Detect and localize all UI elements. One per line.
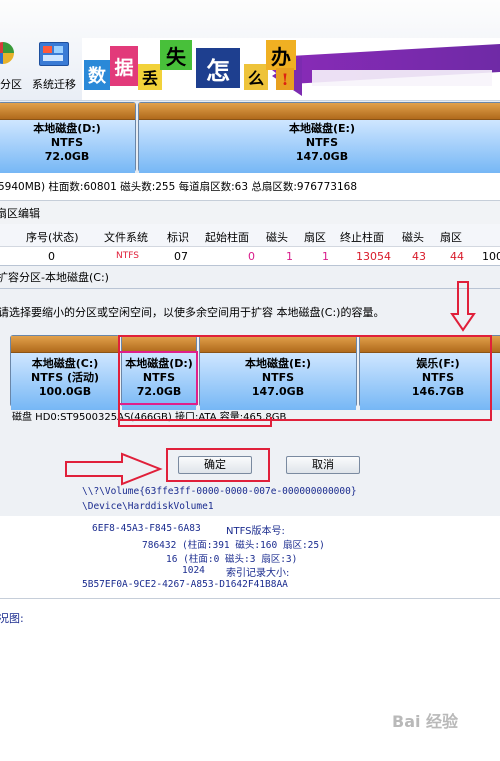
cell-end-sector: 44 (450, 250, 464, 263)
toolbar: 分区 系统迁移 数 据 丢 失 怎 么 办 ! (0, 0, 500, 101)
baidu-watermark: Bai 经验 (392, 708, 458, 732)
dlg-partition-c-fs: NTFS (活动) (30, 371, 100, 384)
mft-mirror-position: 16 (柱面:0 磁头:3 扇区:3) (166, 554, 298, 565)
table-row[interactable]: 0 NTFS 07 0 1 1 13054 43 44 100 (0, 247, 500, 265)
volume-guid-2: 5B57EF0A-9CE2-4267-A853-D1642F41B8AA (82, 579, 288, 590)
banner-char-3: 丢 (138, 64, 162, 90)
arrow-down-icon (450, 281, 476, 332)
top-partition-d-size: 72.0GB (44, 150, 90, 163)
dlg-partition-c-size: 100.0GB (38, 385, 92, 398)
toolbar-partition-button[interactable]: 分区 (0, 76, 22, 92)
dlg-partition-c-name: 本地磁盘(C:) (31, 357, 99, 370)
partition-icon[interactable] (0, 42, 14, 64)
cell-end-cyl: 13054 (356, 250, 391, 263)
col-end-sector[interactable]: 扇区 (440, 229, 462, 245)
top-partition-d[interactable]: 本地磁盘(D:) NTFS 72.0GB (0, 102, 136, 173)
disk-info-line: 5940MB) 柱面数:60801 磁头数:255 每道扇区数:63 总扇区数:… (0, 181, 358, 193)
col-filesystem[interactable]: 文件系统 (104, 229, 148, 245)
dialog-instruction: 请选择要缩小的分区或空闲空间，以使多余空间用于扩容 本地磁盘(C:)的容量。 (0, 306, 385, 319)
dlg-partition-c[interactable]: 本地磁盘(C:) NTFS (活动) 100.0GB (10, 335, 120, 410)
index-size-label: 索引记录大小: (226, 568, 290, 579)
system-migrate-icon[interactable] (39, 42, 69, 66)
cell-id: 07 (174, 250, 188, 263)
cell-index: 0 (48, 250, 55, 263)
col-head[interactable]: 磁头 (266, 229, 288, 245)
banner-watermark (312, 70, 492, 86)
top-partition-e-name: 本地磁盘(E:) (289, 122, 355, 135)
watermark-text: Bai 经验 (392, 712, 459, 731)
col-start-cyl[interactable]: 起始柱面 (205, 229, 249, 245)
banner-char-6: 么 (244, 64, 268, 90)
top-partition-d-name: 本地磁盘(D:) (33, 122, 101, 135)
table-header: 序号(状态) 文件系统 标识 起始柱面 磁头 扇区 终止柱面 磁头 扇区 (0, 224, 500, 247)
info-divider (0, 598, 500, 599)
cell-head: 1 (286, 250, 293, 263)
dialog-title: 扩容分区-本地磁盘(C:) (0, 271, 109, 284)
col-end-head[interactable]: 磁头 (402, 229, 424, 245)
index-size: 1024 (182, 565, 205, 576)
col-index[interactable]: 序号(状态) (26, 229, 79, 245)
highlight-partitions-box (118, 335, 492, 421)
mft-position: 786432 (柱面:391 磁头:160 扇区:25) (142, 540, 325, 551)
banner-char-1: 数 (84, 60, 110, 90)
col-end-cyl[interactable]: 终止柱面 (340, 229, 384, 245)
col-sector[interactable]: 扇区 (304, 229, 326, 245)
highlight-dialog-partitions (118, 417, 272, 427)
volume-guid: \\?\Volume{63ffe3ff-0000-0000-007e-00000… (82, 486, 357, 497)
ntfs-version-label: NTFS版本号: (226, 526, 285, 537)
banner-char-4: 失 (160, 40, 192, 70)
cell-end-head: 43 (412, 250, 426, 263)
highlight-ok-button (166, 448, 270, 482)
toolbar-system-migrate-button[interactable]: 系统迁移 (32, 76, 76, 92)
cell-sector: 1 (322, 250, 329, 263)
tab-strip (0, 200, 500, 226)
top-partition-e[interactable]: 本地磁盘(E:) NTFS 147.0GB (138, 102, 500, 173)
cancel-button[interactable]: 取消 (286, 456, 360, 474)
cell-fs: NTFS (116, 251, 139, 261)
col-id[interactable]: 标识 (167, 229, 189, 245)
cell-extra: 100 (482, 250, 500, 263)
arrow-right-icon (65, 452, 163, 486)
tab-sector-edit[interactable]: 扇区编辑 (0, 205, 40, 221)
banner-char-2: 据 (110, 46, 138, 86)
cell-start-cyl: 0 (248, 250, 255, 263)
top-partition-e-size: 147.0GB (295, 150, 349, 163)
top-partition-d-fs: NTFS (50, 136, 84, 149)
banner-char-8: ! (276, 68, 294, 90)
banner-char-5: 怎 (196, 48, 240, 88)
device-path: \Device\HarddiskVolume1 (82, 501, 214, 512)
view-label: 况图: (0, 612, 24, 625)
serial-number: 6EF8-45A3-F845-6A83 (92, 523, 201, 534)
top-partition-e-fs: NTFS (305, 136, 339, 149)
dialog-titlebar-line (0, 288, 500, 289)
banner-char-7: 办 (266, 40, 296, 70)
